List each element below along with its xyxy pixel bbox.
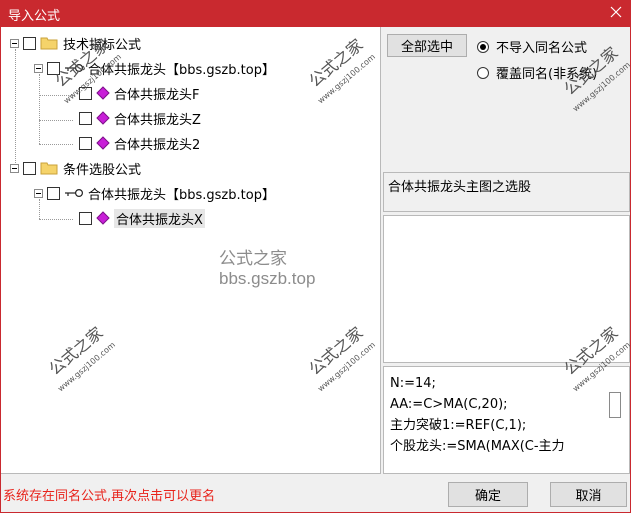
tree-formula-node[interactable]: 合体共振龙头【bbs.gszb.top】 — [34, 182, 275, 204]
radio-button[interactable] — [477, 40, 489, 53]
diamond-icon — [96, 211, 110, 225]
checkbox[interactable] — [79, 211, 92, 225]
checkbox[interactable] — [79, 111, 92, 125]
tree-connector — [39, 219, 73, 220]
code-line: 个股龙头:=SMA(MAX(C-主力 — [390, 439, 565, 454]
status-message: 系统存在同名公式,再次点击可以更名 — [3, 489, 216, 504]
scrollbar-thumb[interactable] — [609, 392, 621, 418]
tree-leaf-label: 合体共振龙头Z — [114, 112, 201, 128]
checkbox[interactable] — [79, 136, 92, 150]
tree-leaf[interactable]: 合体共振龙头X — [79, 207, 205, 229]
ok-button[interactable]: 确定 — [448, 482, 528, 507]
collapse-toggle-icon[interactable] — [34, 188, 43, 198]
collapse-toggle-icon[interactable] — [10, 163, 19, 173]
checkbox[interactable] — [23, 161, 36, 175]
radio-button[interactable] — [477, 66, 489, 79]
tree-leaf[interactable]: 合体共振龙头2 — [79, 132, 200, 154]
tree-group-label: 技术指标公式 — [63, 37, 142, 53]
formula-preview — [383, 215, 630, 363]
tree-connector — [39, 74, 40, 144]
tree-group-technical[interactable]: 技术指标公式 — [10, 32, 141, 54]
checkbox[interactable] — [79, 86, 92, 100]
title-bar: 导入公式 — [0, 0, 631, 27]
close-icon[interactable] — [607, 3, 625, 21]
tree-leaf[interactable]: 合体共振龙头Z — [79, 107, 201, 129]
tree-connector — [39, 144, 73, 145]
tree-formula-node[interactable]: 合体共振龙头【bbs.gszb.top】 — [34, 57, 275, 79]
watermark-text: 公式之家 bbs.gszb.top — [219, 249, 316, 288]
tree-leaf-label: 合体共振龙头F — [114, 87, 200, 103]
checkbox[interactable] — [47, 186, 60, 200]
folder-icon — [40, 162, 58, 175]
code-line: N:=14; — [390, 376, 436, 391]
checkbox[interactable] — [47, 61, 60, 75]
tree-leaf-label: 合体共振龙头X — [114, 208, 205, 228]
checkbox[interactable] — [23, 36, 36, 50]
tree-leaf-label: 合体共振龙头2 — [114, 137, 201, 153]
collapse-toggle-icon[interactable] — [10, 38, 19, 48]
collapse-toggle-icon[interactable] — [34, 63, 43, 73]
key-icon — [65, 188, 84, 198]
key-icon — [65, 63, 84, 73]
formula-tree[interactable]: 技术指标公式 合体共振龙头【bbs.gszb.top】 合体共振龙头F 合体共振… — [1, 27, 381, 474]
tree-group-screening[interactable]: 条件选股公式 — [10, 157, 141, 179]
tree-formula-label: 合体共振龙头【bbs.gszb.top】 — [88, 187, 275, 203]
diamond-icon — [96, 136, 110, 150]
diamond-icon — [96, 86, 110, 100]
diamond-icon — [96, 111, 110, 125]
tree-connector — [15, 49, 16, 169]
tree-connector — [39, 120, 73, 121]
radio-label: 不导入同名公式 — [496, 41, 588, 56]
formula-code[interactable]: N:=14; AA:=C>MA(C,20); 主力突破1:=REF(C,1); … — [383, 366, 630, 474]
tree-formula-label: 合体共振龙头【bbs.gszb.top】 — [88, 62, 275, 78]
formula-description: 合体共振龙头主图之选股 — [383, 172, 630, 212]
folder-icon — [40, 37, 58, 50]
window-title: 导入公式 — [8, 9, 61, 24]
code-line: 主力突破1:=REF(C,1); — [390, 418, 527, 433]
dialog-body: 技术指标公式 合体共振龙头【bbs.gszb.top】 合体共振龙头F 合体共振… — [0, 27, 631, 513]
tree-leaf[interactable]: 合体共振龙头F — [79, 82, 199, 104]
radio-label: 覆盖同名(非系统) — [496, 67, 598, 82]
code-line: AA:=C>MA(C,20); — [390, 397, 508, 412]
tree-group-label: 条件选股公式 — [63, 162, 142, 178]
cancel-button[interactable]: 取消 — [550, 482, 627, 507]
tree-connector — [39, 95, 73, 96]
radio-no-import[interactable]: 不导入同名公式 — [477, 37, 587, 56]
radio-overwrite[interactable]: 覆盖同名(非系统) — [477, 63, 597, 82]
select-all-button[interactable]: 全部选中 — [387, 34, 467, 57]
